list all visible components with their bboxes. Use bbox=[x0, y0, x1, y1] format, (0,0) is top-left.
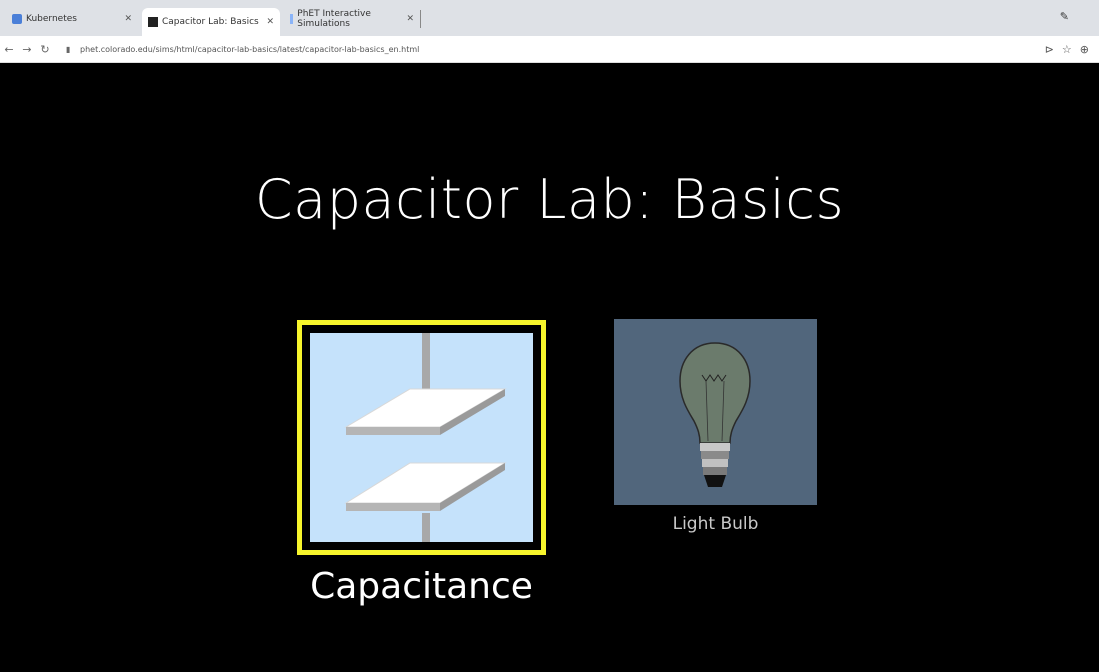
capacitor-icon bbox=[344, 333, 507, 542]
forward-arrow-icon[interactable]: → bbox=[18, 43, 36, 56]
address-bar[interactable]: ▮ phet.colorado.edu/sims/html/capacitor-… bbox=[60, 40, 1030, 58]
extension-icon[interactable]: ✎ bbox=[1060, 10, 1069, 23]
browser-toolbar: ← → ↻ ▮ phet.colorado.edu/sims/html/capa… bbox=[0, 36, 1099, 63]
page-favicon-icon bbox=[290, 14, 294, 24]
close-tab-icon[interactable]: ✕ bbox=[406, 14, 414, 24]
tab-capacitor-lab[interactable]: Capacitor Lab: Basics ✕ bbox=[142, 8, 280, 36]
tab-kubernetes[interactable]: Kubernetes ✕ bbox=[6, 8, 138, 30]
capacitance-label[interactable]: Capacitance bbox=[297, 566, 546, 607]
close-tab-icon[interactable]: ✕ bbox=[266, 17, 274, 27]
tab-label: Kubernetes bbox=[26, 14, 77, 24]
light-bulb-screen-button[interactable] bbox=[614, 319, 817, 505]
tab-label: PhET Interactive Simulations bbox=[297, 9, 371, 29]
url-text: phet.colorado.edu/sims/html/capacitor-la… bbox=[80, 44, 420, 54]
browser-tab-bar: Kubernetes ✕ Capacitor Lab: Basics ✕ PhE… bbox=[0, 0, 1099, 37]
kubernetes-favicon-icon bbox=[12, 14, 22, 24]
phet-favicon-icon bbox=[148, 17, 158, 27]
capacitance-thumbnail bbox=[310, 333, 533, 542]
back-arrow-icon[interactable]: ← bbox=[0, 43, 18, 56]
tab-phet-sims[interactable]: PhET Interactive Simulations ✕ bbox=[284, 8, 420, 30]
tab-label: Capacitor Lab: Basics bbox=[162, 17, 259, 27]
capacitance-screen-button[interactable] bbox=[297, 320, 546, 555]
light-bulb-label[interactable]: Light Bulb bbox=[614, 514, 817, 534]
cast-icon[interactable]: ⊳ bbox=[1045, 43, 1054, 56]
profile-icon[interactable]: ⊕ bbox=[1080, 43, 1089, 56]
bookmark-star-icon[interactable]: ☆ bbox=[1062, 43, 1072, 56]
light-bulb-icon bbox=[679, 342, 751, 487]
lock-icon: ▮ bbox=[66, 45, 71, 54]
reload-icon[interactable]: ↻ bbox=[36, 43, 54, 56]
tab-divider bbox=[420, 10, 421, 28]
close-tab-icon[interactable]: ✕ bbox=[124, 14, 132, 24]
sim-title: Capacitor Lab: Basics bbox=[254, 168, 845, 231]
